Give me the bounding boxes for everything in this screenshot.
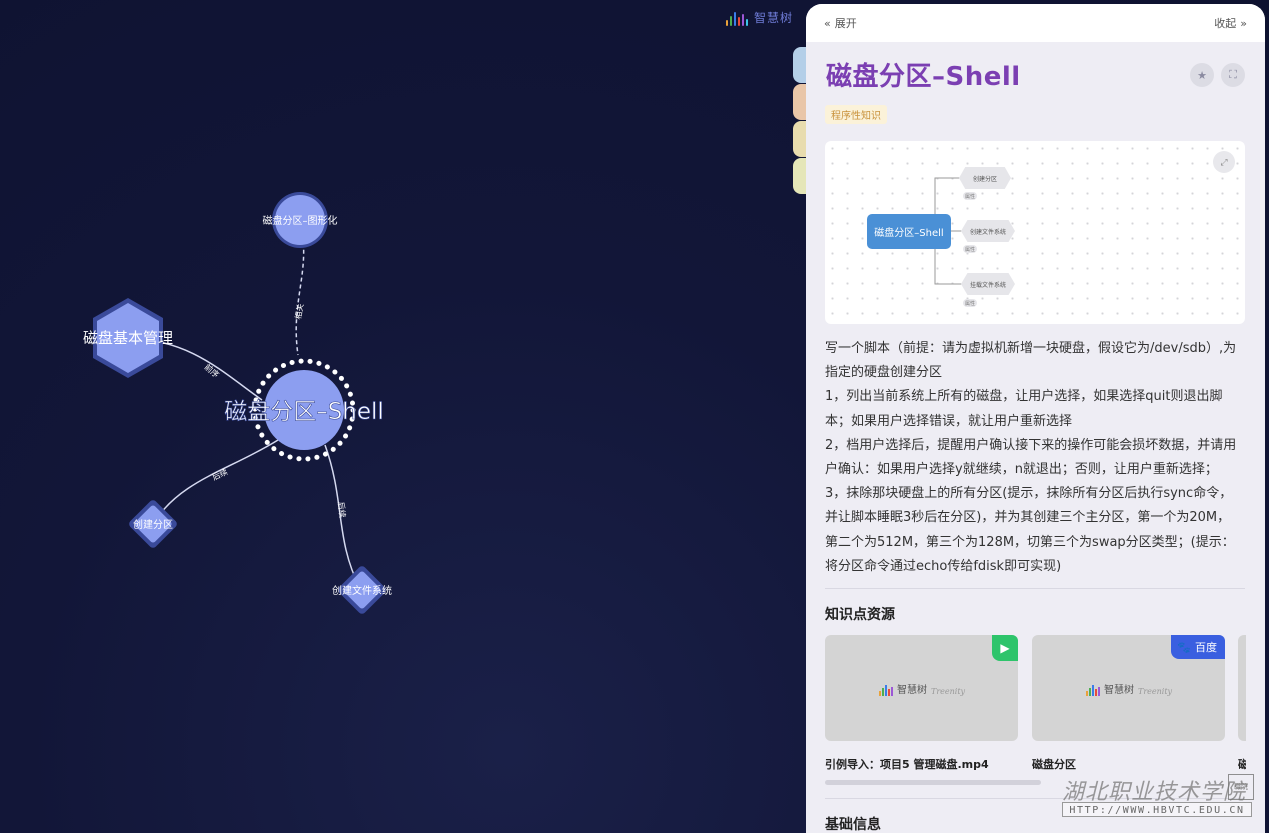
thumbnail-logo-text: 智慧树 bbox=[1104, 685, 1134, 696]
resource-caption[interactable]: 引例导入：项目5 管理磁盘.mp4 bbox=[825, 756, 989, 772]
description: 写一个脚本（前提：请为虚拟机新增一块硬盘，假设它为/dev/sdb）,为指定的硬… bbox=[825, 337, 1241, 579]
baidu-badge-label: 百度 bbox=[1195, 641, 1217, 654]
graph-node-label: 创建分区 bbox=[133, 518, 173, 531]
resource-caption[interactable]: 磁盘分区 bbox=[1032, 756, 1076, 772]
description-paragraph: 2，档用户选择后，提醒用户确认接下来的操作可能会损坏数据，并请用户确认：如果用户… bbox=[825, 437, 1237, 478]
graph-node-label: 磁盘分区–图形化 bbox=[263, 214, 338, 227]
paw-icon: 🐾 bbox=[1177, 640, 1191, 654]
thumbnail-logo-sub: Treenity bbox=[1138, 687, 1173, 696]
resources-scrollbar[interactable] bbox=[825, 780, 1041, 785]
knowledge-type-tag: 程序性知识 bbox=[825, 105, 887, 124]
thumbnail-logo-text: 智慧树 bbox=[897, 685, 927, 696]
resource-card-baidu[interactable]: 智慧树 Treenity 🐾 百度 bbox=[1032, 635, 1225, 741]
graph-node-create-fs[interactable]: 创建文件系统 bbox=[332, 565, 392, 616]
collapse-button[interactable]: 收起 » bbox=[1214, 15, 1247, 31]
expand-label: 展开 bbox=[834, 17, 857, 30]
edge-label-create-fs: 后续 bbox=[336, 501, 347, 518]
thumbnail-logo: 智慧树 Treenity bbox=[1086, 681, 1172, 696]
fullscreen-icon: ⛶ bbox=[1229, 68, 1237, 81]
basic-info-title: 基础信息 bbox=[825, 817, 881, 833]
mindmap-preview[interactable]: 磁盘分区–Shell 创建分区 属性 创建文件系统 属性 挂载文件系统 属性 ⤢ bbox=[825, 141, 1245, 324]
expand-button[interactable]: « 展开 bbox=[824, 15, 857, 31]
mindmap-child[interactable]: 创建分区 bbox=[959, 167, 1011, 189]
description-paragraph: 1，列出当前系统上所有的磁盘，让用户选择，如果选择quit则退出脚本；如果用户选… bbox=[825, 389, 1223, 429]
graph-node-label: 磁盘基本管理 bbox=[83, 329, 173, 347]
graph-node-basic[interactable]: 磁盘基本管理 bbox=[83, 298, 173, 378]
title-row: 磁盘分区–Shell ★ ⛶ bbox=[826, 42, 1245, 104]
graph-node-gui[interactable]: 磁盘分区–图形化 bbox=[263, 192, 338, 248]
page-title: 磁盘分区–Shell bbox=[826, 62, 1021, 92]
video-camera-icon: ▶ bbox=[1000, 641, 1010, 655]
logo-bars-icon bbox=[726, 10, 748, 26]
description-paragraph: 写一个脚本（前提：请为虚拟机新增一块硬盘，假设它为/dev/sdb）,为指定的硬… bbox=[825, 341, 1237, 381]
star-icon: ★ bbox=[1197, 69, 1207, 82]
watermark: 湖北职业技术学院 職院 HTTP://WWW.HBVTC.EDU.CN bbox=[1058, 774, 1254, 818]
collapse-label: 收起 bbox=[1214, 17, 1237, 30]
brand-logo: 智慧树 bbox=[726, 8, 793, 26]
thumbnail-logo-sub: Treenity bbox=[931, 687, 966, 696]
double-chevron-right-icon: » bbox=[1240, 16, 1247, 30]
double-chevron-left-icon: « bbox=[824, 16, 831, 30]
fullscreen-button[interactable]: ⛶ bbox=[1221, 63, 1245, 87]
edge-label-create-part: 后续 bbox=[210, 466, 229, 482]
mindmap-prop: 属性 bbox=[963, 245, 977, 253]
baidu-badge: 🐾 百度 bbox=[1171, 635, 1225, 659]
resources-title: 知识点资源 bbox=[825, 607, 895, 623]
edge-label-basic: 前序 bbox=[203, 362, 222, 380]
logo-bars-icon bbox=[879, 685, 893, 696]
resource-card-partial[interactable] bbox=[1238, 635, 1246, 741]
logo-bars-icon bbox=[1086, 685, 1100, 696]
mindmap-child[interactable]: 挂载文件系统 bbox=[961, 273, 1015, 295]
mindmap-prop: 属性 bbox=[963, 299, 977, 307]
detail-panel: « 展开 收起 » 磁盘分区–Shell ★ ⛶ 程序性知识 磁盘分区–Shel… bbox=[806, 4, 1265, 833]
graph-node-center[interactable]: 磁盘分区–Shell bbox=[224, 358, 384, 462]
brand-name: 智慧树 bbox=[754, 11, 794, 25]
edge-label-gui: 相关 bbox=[293, 303, 306, 320]
edge-create-part bbox=[152, 439, 279, 525]
favorite-button[interactable]: ★ bbox=[1190, 63, 1214, 87]
video-badge: ▶ bbox=[992, 635, 1018, 661]
description-paragraph: 3，抹除那块硬盘上的所有分区(提示，抹除所有分区后执行sync命令，并让脚本睡眠… bbox=[825, 486, 1235, 574]
mindmap-prop: 属性 bbox=[963, 192, 977, 200]
graph-node-label: 磁盘分区–Shell bbox=[224, 399, 384, 425]
resource-card-video[interactable]: 智慧树 Treenity ▶ bbox=[825, 635, 1018, 741]
watermark-seal: 職院 bbox=[1228, 774, 1254, 800]
mindmap-root[interactable]: 磁盘分区–Shell bbox=[867, 214, 951, 249]
watermark-url: HTTP://WWW.HBVTC.EDU.CN bbox=[1062, 802, 1252, 817]
graph-node-label: 创建文件系统 bbox=[332, 584, 392, 597]
thumbnail-logo: 智慧树 Treenity bbox=[879, 681, 965, 696]
panel-toolbar: « 展开 收起 » bbox=[806, 4, 1265, 42]
graph-node-create-part[interactable]: 创建分区 bbox=[128, 499, 179, 550]
expand-icon[interactable]: ⤢ bbox=[1213, 151, 1235, 173]
divider bbox=[825, 588, 1245, 589]
knowledge-graph[interactable]: 相关 前序 后续 后续 磁盘分区–图形化 磁盘基本管理 创建分区 创建文件系统 … bbox=[0, 0, 800, 833]
resource-caption[interactable]: 磁 bbox=[1238, 756, 1246, 772]
mindmap-child[interactable]: 创建文件系统 bbox=[961, 220, 1015, 242]
